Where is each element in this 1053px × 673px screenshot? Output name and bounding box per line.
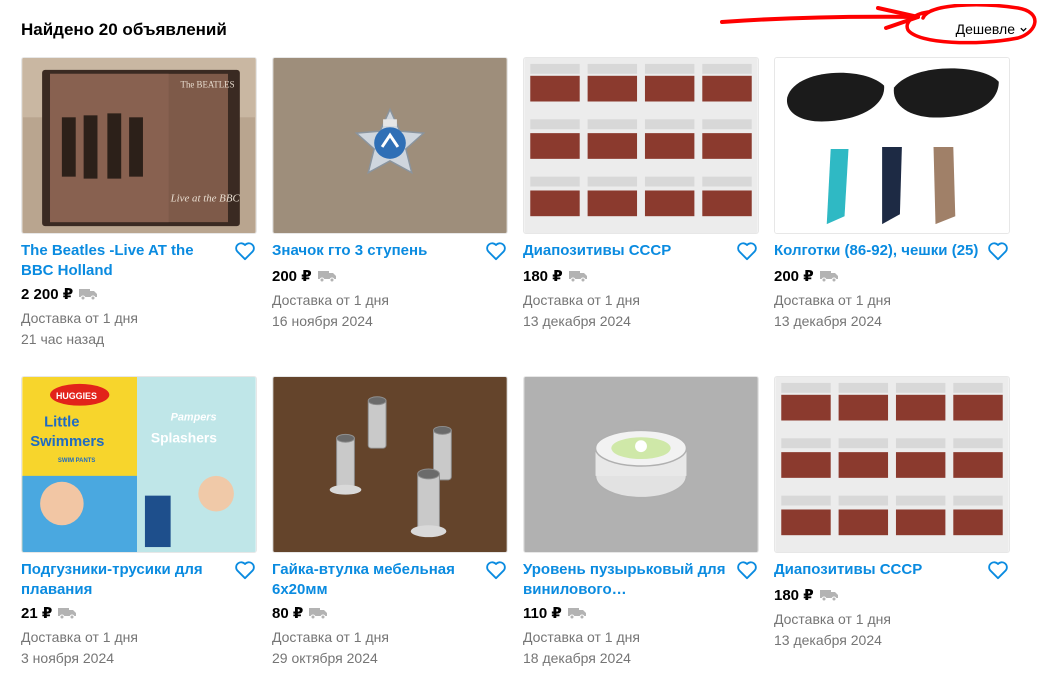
- listing-image[interactable]: [272, 57, 508, 234]
- chevron-down-icon: [1020, 27, 1027, 32]
- listing-price: 2 200 ₽: [21, 286, 74, 303]
- listing-title[interactable]: Диапозитивы СССР: [774, 560, 980, 580]
- furniture-nuts-image: [273, 377, 507, 552]
- listing-card[interactable]: Диапозитивы СССР 180 ₽ Доставка от 1 дня…: [774, 376, 1010, 651]
- heart-icon[interactable]: [987, 241, 1009, 261]
- listing-date: 29 октября 2024: [272, 650, 378, 666]
- listing-image[interactable]: HUGGIES Little Swimmers SWIM PANTS Pampe…: [21, 376, 257, 553]
- heart-icon[interactable]: [485, 241, 507, 261]
- listing-card[interactable]: Уровень пузырьковый для винилового… 110 …: [523, 376, 759, 669]
- listing-delivery: Доставка от 1 дня: [21, 629, 138, 645]
- results-header: Найдено 20 объявлений Дешевле: [21, 18, 1031, 44]
- heart-icon[interactable]: [234, 560, 256, 580]
- pampers-brand-text: Pampers: [171, 412, 217, 424]
- tights-shoes-image: [775, 58, 1009, 233]
- listing-title[interactable]: Подгузники-трусики для плавания: [21, 560, 227, 599]
- listing-card[interactable]: Диапозитивы СССР 180 ₽ Доставка от 1 дня…: [523, 57, 759, 332]
- listing-delivery: Доставка от 1 дня: [21, 310, 138, 326]
- swim-diapers-image: HUGGIES Little Swimmers SWIM PANTS Pampe…: [22, 377, 256, 552]
- delivery-truck-icon: [568, 271, 587, 282]
- listing-price: 80 ₽: [272, 605, 304, 622]
- listing-card[interactable]: The BEATLES Live at the BBC The Beatles …: [21, 57, 257, 350]
- listing-date: 16 ноября 2024: [272, 313, 373, 329]
- listing-date: 18 декабря 2024: [523, 650, 631, 666]
- sort-label: Дешевле: [955, 21, 1015, 37]
- listing-image[interactable]: The BEATLES Live at the BBC: [21, 57, 257, 234]
- listing-image[interactable]: [272, 376, 508, 553]
- badge-image: [273, 58, 507, 233]
- cd-box-image: The BEATLES Live at the BBC: [22, 58, 256, 233]
- listing-price: 21 ₽: [21, 605, 53, 622]
- listing-price: 200 ₽: [774, 268, 814, 285]
- slide-boxes-image: [775, 377, 1009, 552]
- huggies-product-text-2: Swimmers: [30, 434, 104, 450]
- delivery-truck-icon: [79, 289, 98, 300]
- cd-cover-text: Live at the BBC: [170, 192, 241, 204]
- delivery-truck-icon: [819, 590, 838, 601]
- listing-price: 200 ₽: [272, 268, 312, 285]
- listing-date: 3 ноября 2024: [21, 650, 115, 666]
- listing-card[interactable]: Гайка-втулка мебельная 6х20мм 80 ₽ Доста…: [272, 376, 508, 669]
- heart-icon[interactable]: [485, 560, 507, 580]
- listing-delivery: Доставка от 1 дня: [523, 292, 640, 308]
- listing-delivery: Доставка от 1 дня: [774, 611, 891, 627]
- sort-dropdown[interactable]: Дешевле: [956, 21, 1028, 37]
- listing-image[interactable]: [774, 376, 1010, 553]
- heart-icon[interactable]: [736, 560, 758, 580]
- listing-date: 13 декабря 2024: [774, 632, 882, 648]
- delivery-truck-icon: [309, 608, 328, 619]
- delivery-truck-icon: [819, 271, 838, 282]
- listing-title[interactable]: Колготки (86-92), чешки (25): [774, 241, 980, 261]
- huggies-product-text-1: Little: [44, 414, 79, 430]
- heart-icon[interactable]: [987, 560, 1009, 580]
- listing-title[interactable]: Значок гто 3 ступень: [272, 241, 478, 261]
- listing-title[interactable]: Уровень пузырьковый для винилового…: [523, 560, 729, 599]
- slide-boxes-image: [524, 58, 758, 233]
- listing-date: 13 декабря 2024: [523, 313, 631, 329]
- bubble-level-image: [524, 377, 758, 552]
- pampers-product-text: Splashers: [151, 429, 217, 445]
- listing-date: 21 час назад: [21, 331, 105, 347]
- listing-title[interactable]: The Beatles -Live AT the BBC Holland: [21, 241, 227, 280]
- listing-delivery: Доставка от 1 дня: [272, 629, 389, 645]
- listing-title[interactable]: Диапозитивы СССР: [523, 241, 729, 261]
- listing-image[interactable]: [774, 57, 1010, 234]
- listing-card[interactable]: Значок гто 3 ступень 200 ₽ Доставка от 1…: [272, 57, 508, 332]
- listing-image[interactable]: [523, 376, 759, 553]
- delivery-truck-icon: [317, 271, 336, 282]
- results-count-title: Найдено 20 объявлений: [21, 20, 227, 39]
- listing-card[interactable]: HUGGIES Little Swimmers SWIM PANTS Pampe…: [21, 376, 257, 669]
- delivery-truck-icon: [58, 608, 77, 619]
- heart-icon[interactable]: [234, 241, 256, 261]
- heart-icon[interactable]: [736, 241, 758, 261]
- listing-title[interactable]: Гайка-втулка мебельная 6х20мм: [272, 560, 478, 599]
- huggies-brand-text: HUGGIES: [56, 391, 97, 401]
- listing-delivery: Доставка от 1 дня: [774, 292, 891, 308]
- listing-price: 180 ₽: [523, 268, 563, 285]
- listing-price: 180 ₽: [774, 587, 814, 604]
- cd-brand-text: The BEATLES: [181, 80, 235, 90]
- listing-date: 13 декабря 2024: [774, 313, 882, 329]
- listing-delivery: Доставка от 1 дня: [272, 292, 389, 308]
- huggies-sub-text: SWIM PANTS: [58, 458, 95, 464]
- listing-card[interactable]: Колготки (86-92), чешки (25) 200 ₽ Доста…: [774, 57, 1010, 332]
- listing-price: 110 ₽: [523, 605, 562, 622]
- listing-delivery: Доставка от 1 дня: [523, 629, 640, 645]
- delivery-truck-icon: [567, 608, 586, 619]
- listing-image[interactable]: [523, 57, 759, 234]
